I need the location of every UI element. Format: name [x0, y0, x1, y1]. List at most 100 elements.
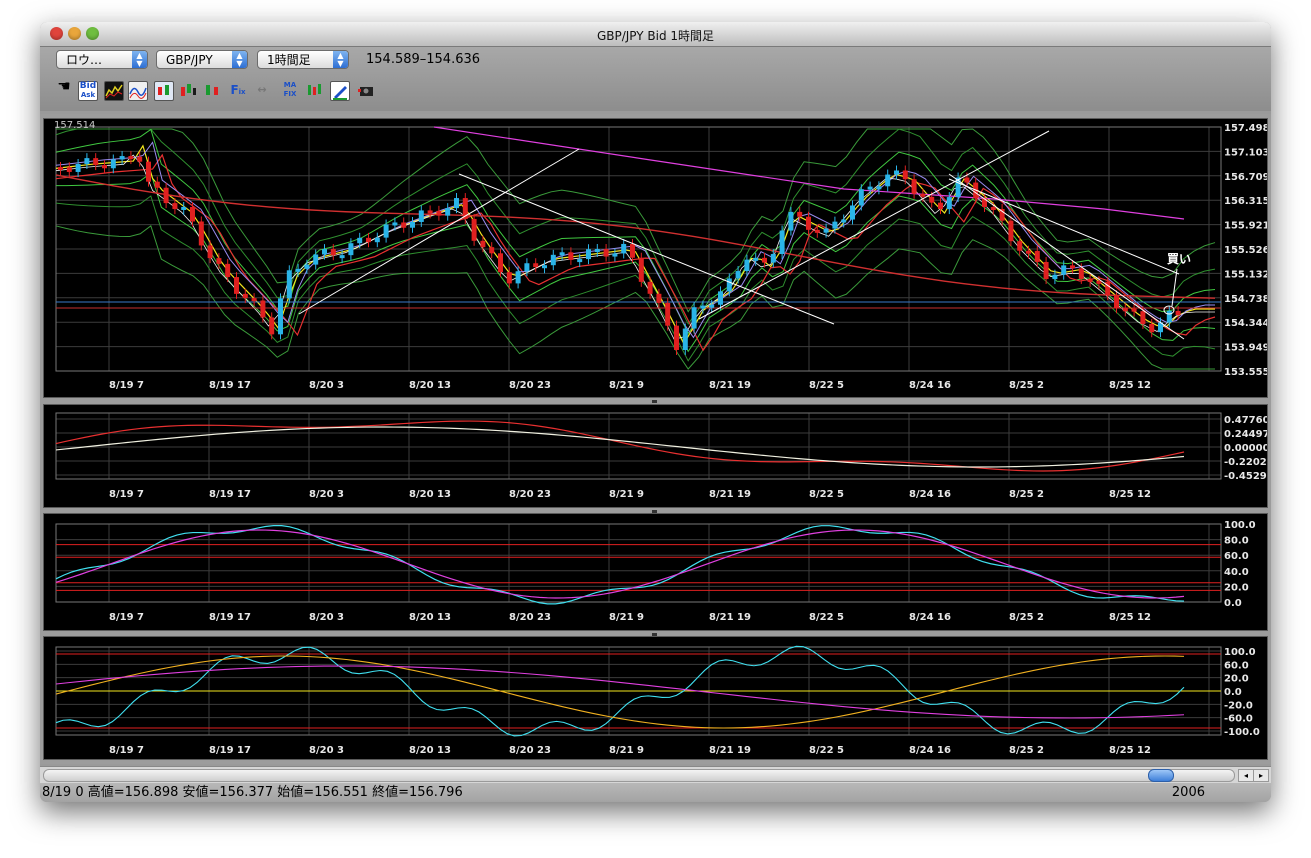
time-axis-label: 8/21 9 — [609, 380, 644, 391]
candle-body — [489, 247, 495, 254]
title-bar[interactable]: GBP/JPY Bid 1時間足 — [40, 22, 1271, 47]
candle-body — [454, 198, 459, 209]
candle-body — [735, 271, 741, 279]
candle-body — [242, 293, 248, 299]
candle-body — [885, 174, 891, 187]
candle-body — [902, 170, 908, 180]
candle-body — [867, 186, 873, 190]
candle-body — [568, 252, 574, 260]
time-axis-label: 8/20 3 — [309, 612, 344, 623]
candle-body — [1034, 250, 1040, 262]
candle-body — [260, 300, 266, 318]
candle-icon-4[interactable] — [304, 81, 324, 101]
camera-icon[interactable] — [356, 81, 376, 101]
candle-body — [533, 263, 539, 268]
indicator-line — [55, 154, 1215, 340]
candle-body — [304, 264, 310, 269]
candle-icon-2[interactable] — [178, 81, 198, 101]
cci-pane[interactable]: 100.0 60.0 20.0 0.0 -20.0 -60.0 -100.0 8/19 7 8/… — [43, 636, 1268, 760]
pane-resize-handle[interactable] — [652, 400, 657, 403]
indicator-line — [55, 524, 1185, 605]
candle-body — [718, 291, 723, 305]
candle-body — [330, 249, 336, 256]
time-axis-label: 8/20 13 — [409, 612, 451, 623]
candle-body — [946, 197, 952, 210]
chart-type-popup[interactable]: ロウ… ▲ ▼ — [56, 50, 148, 69]
candle-body — [269, 317, 275, 335]
indicator-line — [56, 128, 1216, 313]
hand-tool-icon[interactable]: ☚ — [54, 79, 74, 101]
candle-body — [75, 163, 81, 172]
candle-body — [401, 222, 407, 228]
time-axis-label: 8/21 19 — [709, 380, 751, 391]
candle-body — [691, 307, 697, 329]
time-axis-label: 8/20 23 — [509, 745, 551, 756]
indicator-line — [55, 529, 1185, 599]
cci-axis-label: 60.0 — [1224, 660, 1249, 671]
candle-body — [498, 253, 503, 273]
candle-body — [788, 211, 794, 231]
stoch-axis-label: 100.0 — [1224, 520, 1256, 531]
time-axis-label: 8/25 2 — [1009, 380, 1044, 391]
disabled-tool-icon: ↔ — [257, 83, 267, 96]
macd-axis-label: -0.45291 — [1224, 471, 1267, 482]
fix-icon[interactable]: Fix — [228, 81, 248, 101]
price-axis-label: 155.526 — [1224, 245, 1267, 256]
candle-body — [471, 218, 477, 241]
candle-icon-3[interactable] — [202, 81, 222, 101]
scroll-right-icon[interactable]: ▸ — [1253, 769, 1269, 782]
time-axis-label: 8/20 23 — [509, 612, 551, 623]
time-axis-label: 8/21 9 — [609, 745, 644, 756]
price-range-readout: 154.589–154.636 — [366, 52, 481, 67]
macd-pane[interactable]: 0.47760 0.24497 0.00000 -0.22028 -0.45291 8/1… — [43, 404, 1268, 508]
bid-ask-icon[interactable]: Bid Ask — [78, 81, 98, 101]
timeframe-popup[interactable]: 1時間足 ▲ ▼ — [257, 50, 349, 69]
time-axis-label: 8/20 3 — [309, 380, 344, 391]
chart-icon-1[interactable] — [104, 81, 124, 101]
time-axis-label: 8/25 12 — [1109, 745, 1151, 756]
time-axis-label: 8/20 13 — [409, 380, 451, 391]
candle-body — [234, 277, 239, 294]
candle-body — [1140, 311, 1146, 324]
candle-body — [603, 249, 609, 257]
time-axis-label: 8/21 19 — [709, 612, 751, 623]
scrollbar-thumb[interactable] — [1148, 769, 1174, 782]
scrollbar-track[interactable] — [43, 769, 1235, 782]
candle-body — [1026, 250, 1031, 254]
symbol-popup[interactable]: GBP/JPY ▲ ▼ — [156, 50, 248, 69]
candle-body — [674, 325, 679, 350]
popup-arrows-icon: ▲ ▼ — [333, 51, 348, 68]
time-axis-label: 8/25 12 — [1109, 489, 1151, 500]
candle-body — [577, 259, 583, 263]
candle-body — [1043, 261, 1049, 280]
candle-icon-1[interactable] — [154, 81, 174, 101]
horizontal-scrollbar[interactable]: ◂ ▸ — [40, 766, 1271, 783]
chart-type-popup-label: ロウ… — [66, 53, 103, 67]
timeframe-popup-label: 1時間足 — [267, 53, 311, 67]
time-axis-label: 8/22 5 — [809, 380, 844, 391]
candle-body — [1008, 220, 1014, 242]
candle-body — [841, 219, 847, 223]
time-axis-label: 8/19 17 — [209, 380, 251, 391]
stochastic-pane[interactable]: 100.0 80.0 60.0 40.0 20.0 0.0 8/19 7 8/19 17 8/2… — [43, 513, 1268, 631]
macd-chart: 0.47760 0.24497 0.00000 -0.22028 -0.45291 8/1… — [55, 412, 1267, 500]
chart-icon-2[interactable] — [128, 81, 148, 101]
buy-marker-line — [1171, 268, 1178, 307]
candle-body — [515, 271, 521, 284]
candle-body — [1149, 323, 1155, 333]
pencil-icon[interactable] — [330, 81, 350, 101]
popup-arrows-icon: ▲ ▼ — [132, 51, 147, 68]
stoch-axis-label: 40.0 — [1224, 567, 1249, 578]
candle-body — [366, 237, 371, 243]
time-axis-label: 8/21 9 — [609, 612, 644, 623]
time-axis-label: 8/20 3 — [309, 745, 344, 756]
ma-fix-icon[interactable]: MA FIX — [280, 81, 300, 101]
scroll-left-icon[interactable]: ◂ — [1238, 769, 1254, 782]
app-window: GBP/JPY Bid 1時間足 ロウ… ▲ ▼ GBP/JPY ▲ ▼ 1時間足 … — [40, 22, 1271, 802]
candle-body — [172, 203, 178, 210]
time-axis-label: 8/21 19 — [709, 745, 751, 756]
candle-body — [700, 305, 706, 309]
price-chart-pane[interactable]: 157.498 157.103 156.709 156.315 155.921 155.5… — [43, 118, 1268, 398]
time-axis-label: 8/25 12 — [1109, 380, 1151, 391]
candle-body — [1078, 268, 1084, 279]
